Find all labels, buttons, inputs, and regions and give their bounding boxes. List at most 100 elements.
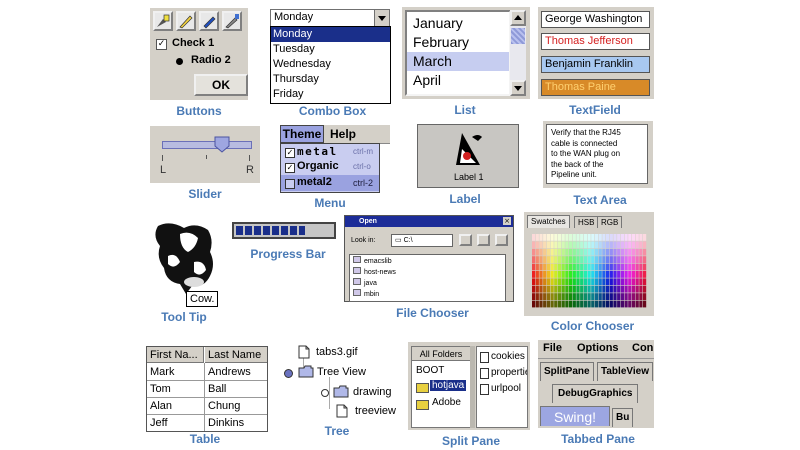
color-swatch[interactable] <box>598 248 602 256</box>
color-swatch[interactable] <box>543 248 547 256</box>
color-swatch[interactable] <box>539 300 543 308</box>
color-swatch[interactable] <box>565 271 569 278</box>
color-swatch[interactable] <box>643 271 647 278</box>
color-swatch[interactable] <box>554 263 558 271</box>
file-list-item[interactable]: host-news <box>350 267 505 277</box>
color-swatch[interactable] <box>594 256 599 263</box>
color-swatch[interactable] <box>583 293 587 300</box>
color-swatch[interactable] <box>639 263 643 271</box>
color-swatch[interactable] <box>598 256 602 263</box>
color-swatch[interactable] <box>587 293 591 300</box>
color-swatch[interactable] <box>594 263 599 271</box>
color-swatch[interactable] <box>576 263 580 271</box>
color-swatch[interactable] <box>583 285 587 293</box>
color-swatch[interactable] <box>561 300 565 308</box>
color-swatch[interactable] <box>572 278 576 286</box>
color-swatch[interactable] <box>606 300 610 308</box>
color-swatch[interactable] <box>569 285 573 293</box>
color-swatch[interactable] <box>583 234 587 241</box>
color-swatch[interactable] <box>606 293 610 300</box>
color-swatch[interactable] <box>624 256 628 263</box>
color-swatch[interactable] <box>543 278 547 286</box>
ok-button[interactable]: OK <box>194 74 248 96</box>
combo-box[interactable]: Monday <box>270 9 390 27</box>
color-swatch[interactable] <box>550 300 554 308</box>
new-folder-button[interactable] <box>495 234 508 246</box>
color-swatch[interactable] <box>628 293 632 300</box>
color-swatch[interactable] <box>587 278 591 286</box>
color-swatch[interactable] <box>576 285 580 293</box>
color-swatch[interactable] <box>569 263 573 271</box>
color-swatch[interactable] <box>543 293 547 300</box>
color-swatch[interactable] <box>532 241 536 249</box>
color-swatch[interactable] <box>617 256 621 263</box>
look-in-combo[interactable]: ▭ C:\ <box>391 234 453 247</box>
color-swatch[interactable] <box>543 234 547 241</box>
menu-item-organic[interactable]: ✓ Organic ctrl-o <box>281 160 379 175</box>
combo-option[interactable]: Monday <box>271 27 390 42</box>
color-swatch[interactable] <box>591 278 595 286</box>
color-swatch[interactable] <box>572 241 576 249</box>
color-swatch[interactable] <box>606 285 610 293</box>
color-swatch[interactable] <box>594 234 599 241</box>
color-swatch[interactable] <box>639 271 643 278</box>
tree-node-tabs3[interactable]: tabs3.gif <box>276 344 400 360</box>
color-swatch[interactable] <box>543 241 547 249</box>
radio-2-button[interactable] <box>176 58 183 65</box>
color-swatch[interactable] <box>635 271 639 278</box>
color-swatch[interactable] <box>572 248 576 256</box>
color-swatch[interactable] <box>546 256 550 263</box>
color-swatch[interactable] <box>546 241 550 249</box>
color-swatch[interactable] <box>606 263 610 271</box>
color-swatch[interactable] <box>532 285 536 293</box>
list-item[interactable]: January <box>407 14 509 33</box>
color-swatch[interactable] <box>557 234 562 241</box>
color-swatch[interactable] <box>569 278 573 286</box>
color-swatch[interactable] <box>631 248 636 256</box>
color-swatch[interactable] <box>539 271 543 278</box>
tab-tableview[interactable]: TableView <box>597 362 653 381</box>
color-swatch[interactable] <box>550 234 554 241</box>
color-swatch[interactable] <box>598 278 602 286</box>
toolbar-button-2[interactable] <box>176 11 196 31</box>
color-swatch[interactable] <box>635 263 639 271</box>
scroll-up-button[interactable] <box>510 10 526 26</box>
color-swatch[interactable] <box>602 248 606 256</box>
color-swatch[interactable] <box>609 241 613 249</box>
home-button[interactable] <box>477 234 490 246</box>
color-swatch[interactable] <box>580 256 584 263</box>
color-swatch[interactable] <box>580 293 584 300</box>
color-swatch[interactable] <box>620 271 624 278</box>
color-swatch[interactable] <box>569 293 573 300</box>
color-swatch[interactable] <box>620 285 624 293</box>
scroll-thumb[interactable] <box>511 28 525 44</box>
color-swatch[interactable] <box>635 241 639 249</box>
color-swatch[interactable] <box>539 256 543 263</box>
color-swatch[interactable] <box>628 256 632 263</box>
color-swatch[interactable] <box>624 263 628 271</box>
color-swatch[interactable] <box>576 278 580 286</box>
color-swatch[interactable] <box>546 234 550 241</box>
color-swatch[interactable] <box>561 234 565 241</box>
color-swatch[interactable] <box>606 234 610 241</box>
color-swatch[interactable] <box>572 263 576 271</box>
color-swatch[interactable] <box>643 234 647 241</box>
color-swatch[interactable] <box>569 256 573 263</box>
color-swatch[interactable] <box>532 234 536 241</box>
color-swatch[interactable] <box>613 263 617 271</box>
color-swatch[interactable] <box>565 285 569 293</box>
tab-swing[interactable]: Swing! <box>540 406 610 426</box>
color-swatch[interactable] <box>543 256 547 263</box>
color-swatch[interactable] <box>532 300 536 308</box>
color-swatch[interactable] <box>631 285 636 293</box>
color-swatch[interactable] <box>594 293 599 300</box>
color-swatch[interactable] <box>546 271 550 278</box>
color-swatch[interactable] <box>628 271 632 278</box>
color-swatch[interactable] <box>550 248 554 256</box>
color-swatch[interactable] <box>620 278 624 286</box>
color-swatch[interactable] <box>543 263 547 271</box>
color-swatch[interactable] <box>639 248 643 256</box>
color-swatch[interactable] <box>539 234 543 241</box>
check-1-checkbox[interactable]: ✓ <box>156 39 167 50</box>
color-swatch[interactable] <box>639 234 643 241</box>
